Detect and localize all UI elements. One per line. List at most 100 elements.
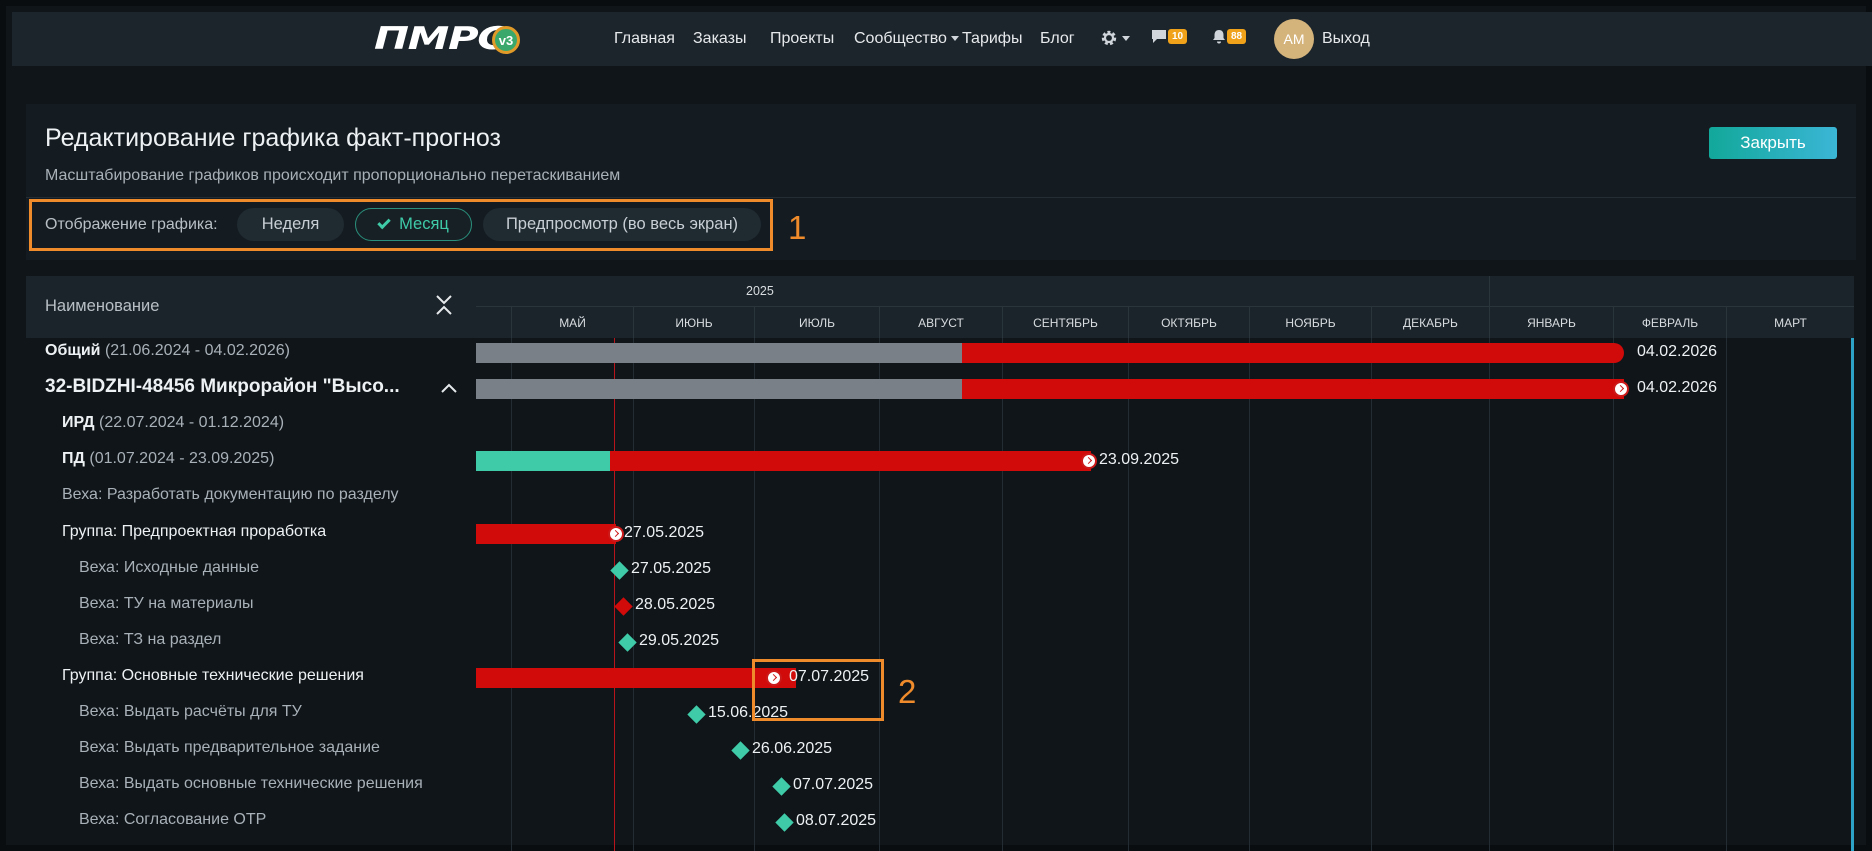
drag-handle-icon[interactable]	[608, 525, 624, 542]
gantt-bar[interactable]	[610, 451, 1091, 472]
gantt-bar[interactable]	[476, 379, 962, 400]
logo-text: ПМРС	[374, 21, 508, 57]
nav-orders[interactable]: Заказы	[693, 30, 746, 48]
bell-icon	[1213, 30, 1225, 44]
gantt-row-label[interactable]: Общий (21.06.2024 - 04.02.2026)	[45, 342, 290, 360]
gantt-row-label[interactable]: ПД (01.07.2024 - 23.09.2025)	[62, 450, 274, 468]
notifications-button[interactable]: 88	[1212, 29, 1247, 44]
bar-end-date: 23.09.2025	[1099, 451, 1180, 469]
row-name: Веха: Выдать расчёты для ТУ	[79, 703, 302, 720]
bar-end-date: 08.07.2025	[796, 812, 877, 830]
gantt-timeline-header: 2025 МАЙ ИЮНЬ ИЮЛЬ АВГУСТ СЕНТЯБРЬ ОКТЯБРЬ НОЯ…	[476, 276, 1854, 339]
row-name: Группа: Основные технические решения	[62, 666, 364, 684]
row-name: 32-BIDZHI-48456 Микрорайон "Высо...	[45, 376, 400, 398]
bar-end-date: 04.02.2026	[1637, 379, 1718, 397]
month-grid-line	[879, 338, 880, 851]
today-line	[614, 338, 615, 851]
month-grid-line	[1249, 338, 1250, 851]
gantt-bar[interactable]	[476, 451, 610, 472]
nav-home[interactable]: Главная	[614, 30, 675, 48]
milestone-diamond[interactable]	[614, 596, 633, 616]
month-header-january: ЯНВАРЬ	[1489, 307, 1613, 339]
annotation-box-2	[752, 659, 884, 721]
row-name: Группа: Предпроектная проработка	[62, 522, 327, 540]
milestone-diamond[interactable]	[687, 705, 706, 724]
avatar[interactable]: AM	[1274, 19, 1314, 59]
drag-handle-icon[interactable]	[1613, 381, 1629, 398]
month-header-june: ИЮНЬ	[633, 307, 754, 339]
bar-end-date: 07.07.2025	[793, 776, 874, 794]
gantt-row-label[interactable]: Веха: Выдать расчёты для ТУ	[79, 703, 302, 721]
row-name: Веха: Разработать документацию по раздел…	[62, 486, 399, 504]
annotation-number-1: 1	[788, 209, 807, 246]
nav-community-label: Сообщество	[854, 30, 947, 47]
bar-end-date: 28.05.2025	[635, 595, 716, 613]
month-grid-line	[1489, 338, 1490, 851]
gantt-row-label[interactable]: ИРД (22.07.2024 - 01.12.2024)	[62, 414, 284, 432]
gantt-bar[interactable]	[962, 343, 1624, 363]
top-navigation-bar: ПМРС v3 Главная Заказы Проекты Сообществ…	[12, 12, 1872, 66]
gantt-row-label[interactable]: 32-BIDZHI-48456 Микрорайон "Высо...	[45, 376, 457, 398]
gantt-bar[interactable]	[962, 379, 1624, 400]
close-button[interactable]: Закрыть	[1709, 127, 1837, 159]
gantt-row-label[interactable]: Веха: ТУ на материалы	[79, 595, 254, 613]
bar-end-date: 26.06.2025	[752, 740, 833, 758]
gantt-row-label[interactable]: Веха: Выдать основные технические решени…	[79, 775, 423, 793]
chevron-up-icon[interactable]	[441, 383, 457, 393]
gantt-row-label[interactable]: Веха: Согласование ОТР	[79, 811, 266, 829]
year-label: 2025	[746, 284, 774, 298]
gantt-bar[interactable]	[476, 343, 962, 363]
annotation-number-2: 2	[898, 673, 917, 710]
name-column-header: Наименование	[45, 297, 160, 315]
gantt-bar[interactable]	[476, 667, 796, 688]
gear-icon	[1101, 30, 1117, 46]
row-date-range: (01.07.2024 - 23.09.2025)	[89, 450, 275, 468]
site-logo[interactable]: ПМРС v3	[374, 21, 520, 57]
gantt-row-label[interactable]: Группа: Предпроектная проработка	[62, 523, 326, 541]
row-name: Веха: Выдать основные технические решени…	[79, 775, 423, 793]
bar-end-date: 27.05.2025	[631, 559, 712, 577]
month-header-august: АВГУСТ	[879, 307, 1002, 339]
month-header-february: ФЕВРАЛЬ	[1613, 307, 1726, 339]
annotation-box-1	[29, 199, 773, 251]
row-name: Веха: Выдать предварительное задание	[79, 739, 380, 757]
month-header-september: СЕНТЯБРЬ	[1002, 307, 1128, 339]
gantt-body: Общий (21.06.2024 - 04.02.2026) 04.02.202…	[26, 338, 1854, 851]
month-header-december: ДЕКАБРЬ	[1371, 307, 1489, 339]
version-badge: v3	[492, 26, 520, 54]
nav-pricing[interactable]: Тарифы	[962, 30, 1022, 48]
chat-icon	[1152, 30, 1166, 43]
month-grid-line	[1128, 338, 1129, 851]
row-name: ИРД	[62, 414, 95, 432]
gantt-row-label[interactable]: Веха: Исходные данные	[79, 559, 259, 577]
logout-link[interactable]: Выход	[1322, 30, 1370, 48]
month-header-may: МАЙ	[511, 307, 633, 339]
panel-divider	[26, 197, 1856, 198]
gantt-row-label[interactable]: Веха: Выдать предварительное задание	[79, 739, 380, 757]
month-grid-line	[754, 338, 755, 851]
messages-button[interactable]: 10	[1151, 29, 1188, 44]
settings-menu[interactable]	[1100, 29, 1130, 47]
month-grid-line	[511, 338, 512, 851]
nav-projects[interactable]: Проекты	[770, 30, 834, 48]
vertical-scrollbar[interactable]	[1851, 338, 1854, 851]
month-grid-line	[633, 338, 634, 851]
collapse-all-icon[interactable]	[434, 294, 454, 316]
gantt-row-label[interactable]: Группа: Основные технические решения	[62, 667, 364, 685]
month-header-march: МАРТ	[1726, 307, 1854, 339]
milestone-diamond[interactable]	[775, 813, 794, 832]
nav-blog[interactable]: Блог	[1040, 30, 1075, 48]
milestone-diamond[interactable]	[772, 777, 791, 796]
row-name: Веха: ТУ на материалы	[79, 594, 254, 612]
drag-handle-icon[interactable]	[1081, 453, 1097, 470]
gantt-bar[interactable]	[476, 523, 616, 544]
notifications-counter: 88	[1227, 29, 1247, 44]
month-header-november: НОЯБРЬ	[1249, 307, 1371, 339]
nav-community[interactable]: Сообщество	[854, 30, 959, 48]
milestone-diamond[interactable]	[731, 741, 750, 760]
gantt-row-label[interactable]: Веха: Разработать документацию по раздел…	[62, 486, 399, 504]
row-name: Общий	[45, 342, 101, 359]
gantt-row-label[interactable]: Веха: ТЗ на раздел	[79, 631, 221, 649]
month-grid-line	[1613, 338, 1614, 851]
year-divider	[1489, 276, 1490, 306]
